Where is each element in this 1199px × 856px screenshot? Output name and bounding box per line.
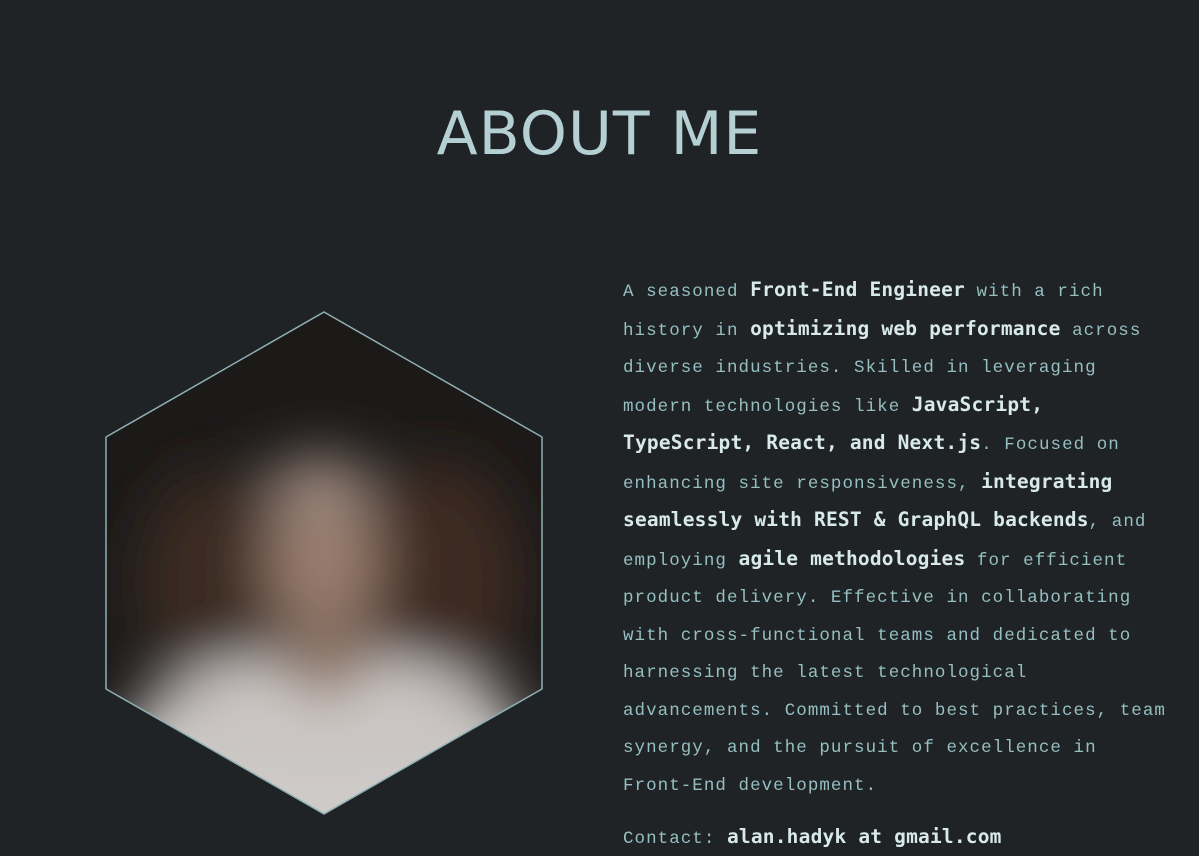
bio-highlight: optimizing web performance [750,316,1061,340]
contact-label: Contact: [623,829,716,849]
bio-paragraph: A seasoned Front-End Engineer with a ric… [623,272,1168,804]
contact-line: Contact: alan.hadyk at gmail.com [623,819,1002,856]
contact-email: alan.hadyk at gmail.com [726,825,1002,848]
bio-highlight: agile methodologies [738,546,966,570]
profile-photo [105,311,543,815]
section-title: ABOUT ME [436,99,763,169]
bio-highlight: Front-End Engineer [750,278,965,301]
bio-text: for efficient product delivery. Effectiv… [623,550,1166,796]
bio-text: A seasoned [623,282,751,302]
